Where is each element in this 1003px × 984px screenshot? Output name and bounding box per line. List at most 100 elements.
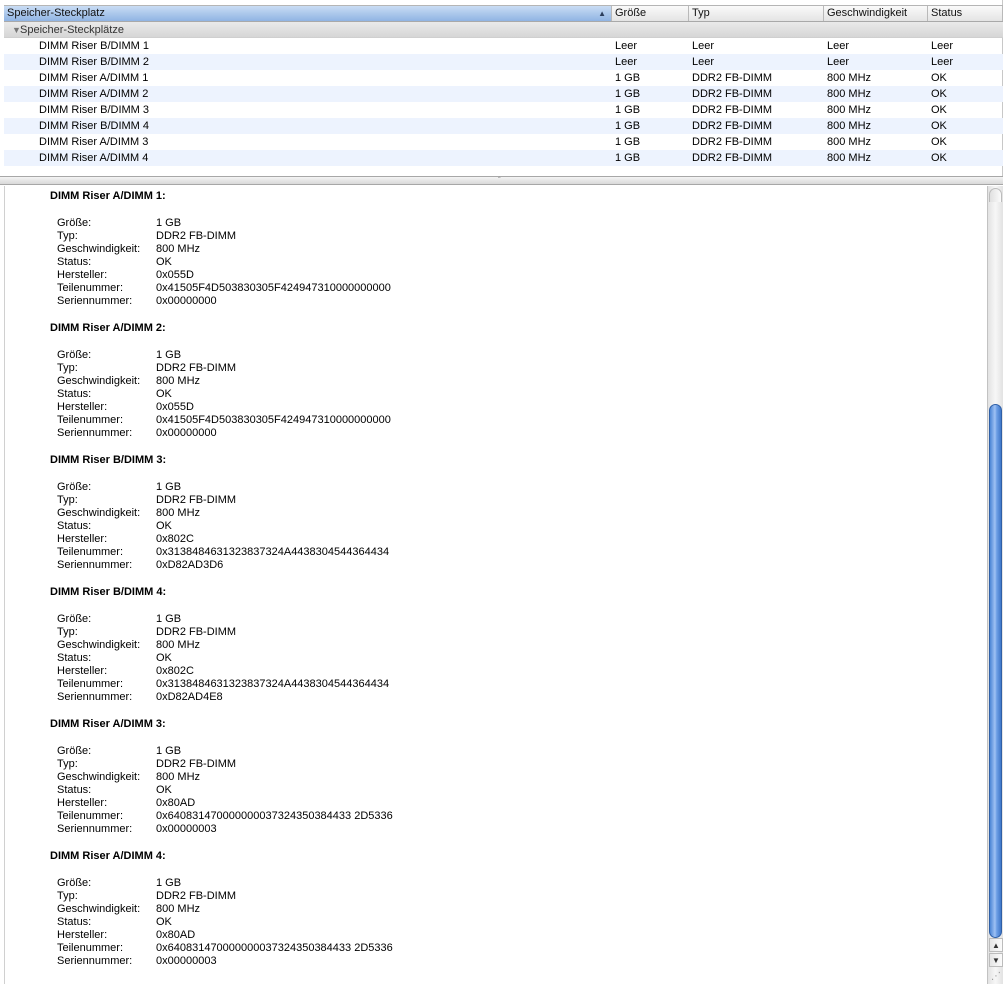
detail-label-type: Typ: xyxy=(57,230,78,242)
cell-status: OK xyxy=(931,152,947,164)
resize-grip-icon[interactable]: ⋰ xyxy=(989,970,1003,984)
cell-speed: 800 MHz xyxy=(827,88,872,100)
column-header-type[interactable]: Typ xyxy=(689,6,824,21)
detail-label-part: Teilenummer: xyxy=(57,942,124,954)
detail-label-speed: Geschwindigkeit: xyxy=(57,903,141,915)
detail-label-serial: Seriennummer: xyxy=(57,691,133,703)
detail-line-part: Teilenummer: 0x64083147000000003732435038… xyxy=(57,810,393,823)
detail-value-status: OK xyxy=(156,256,172,268)
detail-label-status: Status: xyxy=(57,916,92,928)
detail-value-size: 1 GB xyxy=(156,613,182,625)
detail-label-status: Status: xyxy=(57,388,92,400)
detail-label-status: Status: xyxy=(57,520,92,532)
scroll-up-arrow-icon[interactable]: ▲ xyxy=(989,938,1003,952)
cell-size: 1 GB xyxy=(615,88,641,100)
detail-value-type: DDR2 FB-DIMM xyxy=(156,494,237,506)
detail-value-speed: 800 MHz xyxy=(156,771,201,783)
detail-line-manufacturer: Hersteller: 0x80AD xyxy=(57,797,195,810)
detail-label-size: Größe: xyxy=(57,481,92,493)
column-header-speed[interactable]: Geschwindigkeit xyxy=(824,6,928,21)
vertical-scrollbar[interactable]: ▲ ▼ xyxy=(987,186,1003,984)
cell-name: DIMM Riser A/DIMM 2 xyxy=(39,88,149,100)
detail-value-serial: 0xD82AD4E8 xyxy=(156,691,223,703)
column-header-size[interactable]: Größe xyxy=(612,6,689,21)
table-row[interactable]: DIMM Riser B/DIMM 3 1 GB DDR2 FB-DIMM 800 M… xyxy=(4,102,1003,118)
detail-line-status: Status: OK xyxy=(57,388,172,401)
detail-line-status: Status: OK xyxy=(57,520,172,533)
table-row[interactable]: DIMM Riser B/DIMM 2 Leer Leer Leer Leer xyxy=(4,54,1003,70)
cell-status: OK xyxy=(931,120,947,132)
detail-line-speed: Geschwindigkeit: 800 MHz xyxy=(57,639,200,652)
detail-label-size: Größe: xyxy=(57,877,92,889)
detail-label-serial: Seriennummer: xyxy=(57,295,133,307)
module-title: DIMM Riser B/DIMM 3: xyxy=(50,454,167,466)
cell-name: DIMM Riser A/DIMM 1 xyxy=(39,72,149,84)
table-row[interactable]: DIMM Riser A/DIMM 4 1 GB DDR2 FB-DIMM 800 M… xyxy=(4,150,1003,166)
detail-line-status: Status: OK xyxy=(57,784,172,797)
detail-value-status: OK xyxy=(156,520,172,532)
table-row[interactable]: DIMM Riser B/DIMM 4 1 GB DDR2 FB-DIMM 800 M… xyxy=(4,118,1003,134)
detail-value-part: 0x41505F4D503830305F424947310000000000 xyxy=(156,282,391,294)
detail-value-speed: 800 MHz xyxy=(156,639,201,651)
group-label: Speicher-Steckplätze xyxy=(20,24,124,36)
cell-speed: 800 MHz xyxy=(827,152,872,164)
cell-type: Leer xyxy=(692,56,715,68)
detail-value-speed: 800 MHz xyxy=(156,507,201,519)
scroll-down-arrow-icon[interactable]: ▼ xyxy=(989,953,1003,967)
detail-value-manufacturer: 0x055D xyxy=(156,401,194,413)
cell-name: DIMM Riser B/DIMM 4 xyxy=(39,120,149,132)
detail-line-size: Größe: 1 GB xyxy=(57,217,181,230)
detail-label-size: Größe: xyxy=(57,613,92,625)
detail-line-serial: Seriennummer: 0x00000003 xyxy=(57,823,217,836)
detail-value-serial: 0x00000000 xyxy=(156,295,217,307)
module-title: DIMM Riser B/DIMM 4: xyxy=(50,586,167,598)
detail-label-manufacturer: Hersteller: xyxy=(57,665,108,677)
table-header: Speicher-Steckplatz ▲ Größe Typ Geschwin… xyxy=(4,5,1003,22)
cell-status: Leer xyxy=(931,56,954,68)
disclosure-triangle-icon[interactable]: ▼ xyxy=(4,22,21,38)
column-header-slot[interactable]: Speicher-Steckplatz ▲ xyxy=(4,6,612,21)
group-row-memory-slots[interactable]: ▼Speicher-Steckplätze xyxy=(4,22,1003,38)
cell-size: 1 GB xyxy=(615,120,641,132)
detail-line-status: Status: OK xyxy=(57,256,172,269)
module-title: DIMM Riser A/DIMM 2: xyxy=(50,322,166,334)
detail-line-size: Größe: 1 GB xyxy=(57,481,181,494)
detail-label-part: Teilenummer: xyxy=(57,546,124,558)
detail-line-type: Typ: DDR2 FB-DIMM xyxy=(57,890,236,903)
column-header-status[interactable]: Status xyxy=(928,6,1003,21)
detail-value-part: 0x3138484631323837324A4438304544364434 xyxy=(156,678,390,690)
detail-line-type: Typ: DDR2 FB-DIMM xyxy=(57,626,236,639)
detail-line-type: Typ: DDR2 FB-DIMM xyxy=(57,362,236,375)
table-row[interactable]: DIMM Riser A/DIMM 2 1 GB DDR2 FB-DIMM 800 M… xyxy=(4,86,1003,102)
detail-label-manufacturer: Hersteller: xyxy=(57,401,108,413)
table-row[interactable]: DIMM Riser B/DIMM 1 Leer Leer Leer Leer xyxy=(4,38,1003,54)
cell-name: DIMM Riser B/DIMM 2 xyxy=(39,56,149,68)
table-row[interactable]: DIMM Riser A/DIMM 1 1 GB DDR2 FB-DIMM 800 M… xyxy=(4,70,1003,86)
scroll-thumb[interactable] xyxy=(989,404,1002,938)
detail-label-type: Typ: xyxy=(57,626,78,638)
detail-label-type: Typ: xyxy=(57,758,78,770)
table-row[interactable]: DIMM Riser A/DIMM 3 1 GB DDR2 FB-DIMM 800 M… xyxy=(4,134,1003,150)
detail-line-size: Größe: 1 GB xyxy=(57,349,181,362)
detail-value-serial: 0x00000000 xyxy=(156,427,217,439)
detail-value-status: OK xyxy=(156,784,172,796)
split-view-divider[interactable]: ˆ xyxy=(0,176,1003,185)
detail-line-speed: Geschwindigkeit: 800 MHz xyxy=(57,243,200,256)
cell-speed: 800 MHz xyxy=(827,104,872,116)
detail-line-manufacturer: Hersteller: 0x055D xyxy=(57,401,194,414)
detail-value-size: 1 GB xyxy=(156,217,182,229)
detail-label-serial: Seriennummer: xyxy=(57,427,133,439)
detail-label-serial: Seriennummer: xyxy=(57,559,133,571)
cell-size: 1 GB xyxy=(615,72,641,84)
detail-label-part: Teilenummer: xyxy=(57,282,124,294)
detail-label-serial: Seriennummer: xyxy=(57,823,133,835)
cell-type: DDR2 FB-DIMM xyxy=(692,152,773,164)
detail-value-manufacturer: 0x802C xyxy=(156,665,194,677)
detail-line-serial: Seriennummer: 0xD82AD4E8 xyxy=(57,691,223,704)
detail-label-serial: Seriennummer: xyxy=(57,955,133,967)
cell-name: DIMM Riser A/DIMM 3 xyxy=(39,136,149,148)
cell-status: OK xyxy=(931,136,947,148)
detail-line-serial: Seriennummer: 0x00000000 xyxy=(57,427,217,440)
cell-size: Leer xyxy=(615,56,638,68)
detail-label-part: Teilenummer: xyxy=(57,414,124,426)
